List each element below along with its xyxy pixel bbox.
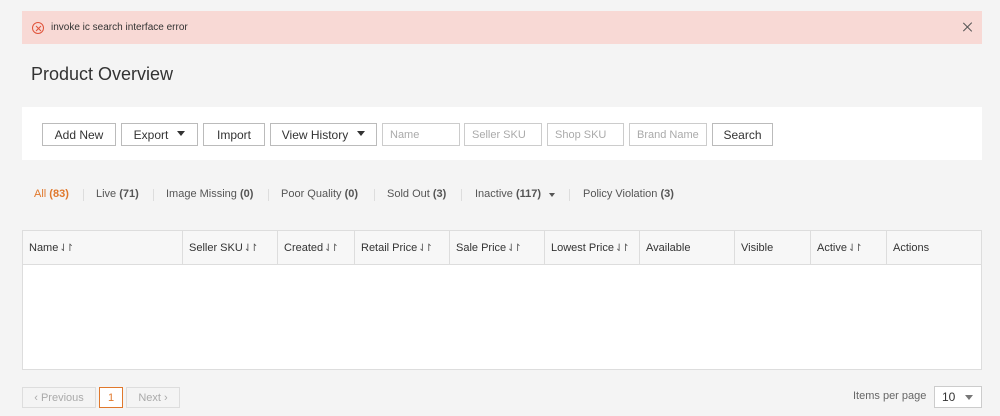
previous-page-button[interactable]: ‹ Previous <box>22 387 96 408</box>
error-circle-icon <box>32 21 44 34</box>
tab-sold-out[interactable]: Sold Out (3) <box>387 188 446 200</box>
column-header-actions: Actions <box>887 231 981 265</box>
sort-icon[interactable]: ⇃↾ <box>59 243 74 254</box>
items-per-page-select[interactable]: 10 <box>934 386 982 408</box>
column-label: Actions <box>893 242 930 254</box>
tab-divider <box>374 189 375 201</box>
view-history-label: View History <box>281 127 349 142</box>
seller-sku-input[interactable] <box>464 123 542 146</box>
column-label: Lowest Price <box>551 242 614 254</box>
sort-icon[interactable]: ⇃↾ <box>418 243 433 254</box>
add-new-label: Add New <box>54 127 104 142</box>
sort-icon[interactable]: ⇃↾ <box>507 243 522 254</box>
column-label: Created <box>284 242 324 254</box>
sort-icon[interactable]: ⇃↾ <box>244 243 259 254</box>
tab-inactive[interactable]: Inactive (117) <box>475 188 556 200</box>
brand-name-input[interactable] <box>629 123 707 146</box>
next-label: Next <box>138 391 161 404</box>
search-button[interactable]: Search <box>712 123 773 146</box>
sort-icon[interactable]: ⇃↾ <box>848 243 863 254</box>
page-title: Product Overview <box>31 64 174 84</box>
tab-divider <box>153 189 154 201</box>
previous-label: Previous <box>40 391 84 404</box>
chevron-down-icon <box>549 193 556 197</box>
chevron-left-icon: ‹ <box>34 391 41 404</box>
name-input[interactable] <box>382 123 460 146</box>
shop-sku-input[interactable] <box>547 123 624 146</box>
tab-label: Image Missing <box>166 188 237 200</box>
tab-image-missing[interactable]: Image Missing (0) <box>166 188 253 200</box>
tab-count: (71) <box>119 188 139 200</box>
column-label: Available <box>646 242 691 254</box>
add-new-button[interactable]: Add New <box>42 123 116 146</box>
tab-count: (83) <box>49 188 69 200</box>
items-per-page-value: 10 <box>942 390 956 404</box>
tab-all[interactable]: All (83) <box>34 188 69 200</box>
error-alert: invoke ic search interface error <box>22 11 982 44</box>
column-header-retail-price[interactable]: Retail Price ⇃↾ <box>355 231 450 265</box>
tab-label: Live <box>96 188 117 200</box>
column-label: Name <box>29 242 59 254</box>
column-header-name[interactable]: Name ⇃↾ <box>23 231 183 265</box>
tab-divider <box>569 189 570 201</box>
column-label: Retail Price <box>361 242 418 254</box>
tab-divider <box>83 189 84 201</box>
column-label: Active <box>817 242 847 254</box>
view-history-button[interactable]: View History <box>270 123 377 146</box>
toolbar: Add New Export Import View History Searc… <box>22 107 982 160</box>
tab-count: (0) <box>239 188 254 200</box>
column-header-sale-price[interactable]: Sale Price ⇃↾ <box>450 231 545 265</box>
close-icon[interactable] <box>962 21 974 33</box>
column-header-active[interactable]: Active ⇃↾ <box>811 231 887 265</box>
tab-count: (117) <box>515 188 542 200</box>
chevron-down-icon <box>965 395 973 400</box>
column-header-visible: Visible <box>735 231 811 265</box>
items-per-page-label: Items per page <box>853 390 927 402</box>
import-label: Import <box>216 127 251 142</box>
sort-icon[interactable]: ⇃↾ <box>324 243 339 254</box>
column-label: Sale Price <box>456 242 507 254</box>
tab-label: Policy Violation <box>583 188 658 200</box>
tab-label: Poor Quality <box>281 188 342 200</box>
chevron-down-icon <box>177 131 186 136</box>
page-number-current[interactable]: 1 <box>99 387 123 408</box>
export-button[interactable]: Export <box>121 123 198 146</box>
column-header-available: Available <box>640 231 735 265</box>
tab-divider <box>268 189 269 201</box>
export-label: Export <box>133 127 169 142</box>
column-header-lowest-price[interactable]: Lowest Price ⇃↾ <box>545 231 640 265</box>
table-header: Name ⇃↾ Seller SKU ⇃↾ Created ⇃↾ Retail Pri… <box>23 231 981 265</box>
next-page-button[interactable]: Next › <box>126 387 180 408</box>
tab-count: (3) <box>660 188 674 200</box>
column-label: Seller SKU <box>189 242 243 254</box>
column-header-seller-sku[interactable]: Seller SKU ⇃↾ <box>183 231 278 265</box>
column-label: Visible <box>741 242 774 254</box>
tab-count: (3) <box>432 188 447 200</box>
search-label: Search <box>723 127 762 142</box>
tab-label: All <box>34 188 47 200</box>
chevron-right-icon: › <box>160 391 168 404</box>
tab-poor-quality[interactable]: Poor Quality (0) <box>281 188 358 200</box>
product-table: Name ⇃↾ Seller SKU ⇃↾ Created ⇃↾ Retail Pri… <box>22 230 982 370</box>
tab-count: (0) <box>344 188 359 200</box>
tab-label: Sold Out <box>387 188 430 200</box>
import-button[interactable]: Import <box>203 123 265 146</box>
column-header-created[interactable]: Created ⇃↾ <box>278 231 355 265</box>
alert-message: invoke ic search interface error <box>51 22 188 33</box>
tab-live[interactable]: Live (71) <box>96 188 139 200</box>
tab-label: Inactive <box>475 188 513 200</box>
chevron-down-icon <box>357 131 366 136</box>
tab-divider <box>461 189 462 201</box>
sort-icon[interactable]: ⇃↾ <box>615 243 630 254</box>
tab-policy-violation[interactable]: Policy Violation (3) <box>583 188 674 200</box>
